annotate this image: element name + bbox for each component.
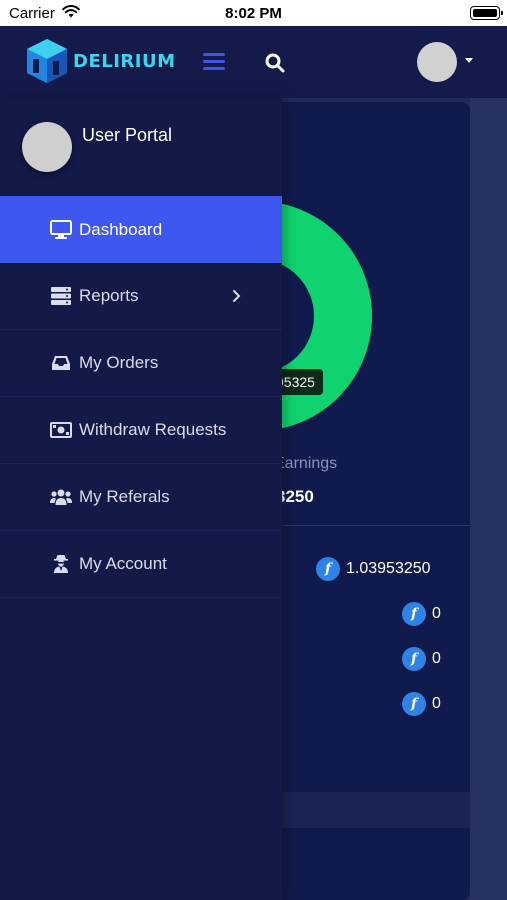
menu-item-my-account[interactable]: My Account <box>0 531 282 598</box>
server-icon <box>50 285 72 307</box>
filecoin-icon: f <box>316 557 340 581</box>
menu-item-label: Withdraw Requests <box>79 420 227 439</box>
card-divider <box>280 525 470 526</box>
drawer-avatar <box>22 122 72 172</box>
menu-item-my-orders[interactable]: My Orders <box>0 330 282 397</box>
menu-item-dashboard[interactable]: Dashboard <box>0 196 282 263</box>
balance-value: 0 <box>432 695 441 712</box>
balance-value: 0 <box>432 605 441 622</box>
drawer-title: User Portal <box>82 125 173 145</box>
balance-row: f 0 <box>402 692 441 716</box>
menu-item-label: My Account <box>79 554 167 573</box>
navigation-drawer: User Portal Dashboard Reports My Orders … <box>0 98 282 900</box>
balance-row: f 0 <box>402 647 441 671</box>
users-icon <box>50 486 72 508</box>
menu-item-my-referals[interactable]: My Referals <box>0 464 282 531</box>
menu-item-label: My Referals <box>79 487 170 506</box>
card-footer <box>280 792 470 828</box>
filecoin-icon: f <box>402 692 426 716</box>
menu-item-withdraw-requests[interactable]: Withdraw Requests <box>0 397 282 464</box>
user-secret-icon <box>50 553 72 575</box>
balance-row: f 1.03953250 <box>316 557 431 581</box>
monitor-icon <box>50 219 72 241</box>
filecoin-icon: f <box>402 647 426 671</box>
money-bill-icon <box>50 419 72 441</box>
earnings-label: Earnings <box>274 455 338 472</box>
balance-value: 1.03953250 <box>346 560 431 577</box>
menu-item-label: Dashboard <box>79 219 163 239</box>
filecoin-icon: f <box>402 602 426 626</box>
menu-item-label: Reports <box>79 286 139 305</box>
menu-item-reports[interactable]: Reports <box>0 263 282 330</box>
chevron-right-icon <box>232 289 241 303</box>
balance-value: 0 <box>432 650 441 667</box>
drawer-header: User Portal <box>0 98 282 196</box>
menu-item-label: My Orders <box>79 353 159 372</box>
balance-row: f 0 <box>402 602 441 626</box>
inbox-icon <box>50 352 72 374</box>
